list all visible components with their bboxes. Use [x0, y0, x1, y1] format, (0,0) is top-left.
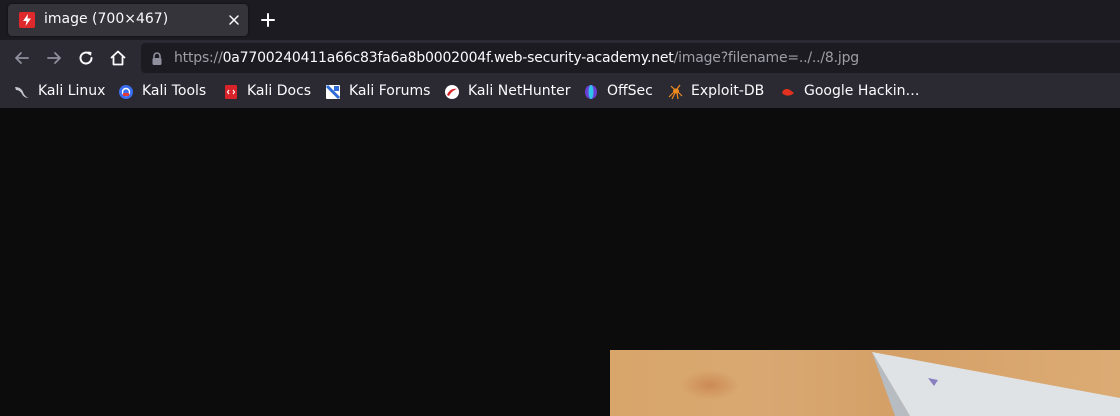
new-tab-plus-icon[interactable]: [260, 12, 276, 28]
bookmark-label: OffSec: [607, 83, 653, 99]
google-hacking-icon: [780, 84, 796, 100]
close-icon[interactable]: [226, 12, 242, 28]
exploit-db-spider-icon: [667, 84, 683, 100]
tab-strip: image (700×467): [0, 0, 1120, 40]
bookmark-label: Kali Tools: [142, 83, 207, 99]
bookmark-label: Kali Linux: [38, 83, 106, 99]
lock-icon[interactable]: [151, 51, 163, 65]
reload-icon[interactable]: [77, 49, 95, 67]
displayed-image[interactable]: [610, 350, 1120, 416]
nethunter-icon: [444, 84, 460, 100]
home-icon[interactable]: [109, 49, 127, 67]
offsec-icon: [583, 84, 599, 100]
bookmark-label: Kali Docs: [247, 83, 312, 99]
bookmark-label: Kali NetHunter: [468, 83, 571, 99]
url-scheme: https://: [174, 50, 223, 66]
page-content: [0, 109, 1120, 416]
kali-docs-icon: [223, 84, 239, 100]
kali-forums-icon: [325, 84, 341, 100]
url-host: 0a7700240411a66c83fa6a8b0002004f.web-sec…: [222, 50, 674, 66]
kali-tools-icon: [118, 84, 134, 100]
lightning-bolt-icon: [19, 12, 35, 28]
tab-title: image (700×467): [44, 11, 169, 27]
address-bar[interactable]: https://0a7700240411a66c83fa6a8b0002004f…: [141, 43, 1120, 73]
kali-dragon-icon: [14, 84, 30, 100]
navigation-toolbar: https://0a7700240411a66c83fa6a8b0002004f…: [0, 40, 1120, 76]
bookmark-label: Kali Forums: [349, 83, 431, 99]
active-tab[interactable]: image (700×467): [8, 4, 248, 36]
browser-window: image (700×467) https://0a7700240411a66c…: [0, 0, 1120, 416]
bookmarks-toolbar: Kali Linux Kali Tools Kali Docs Kali For…: [0, 76, 1120, 109]
paper-plane-shape: [872, 352, 1120, 416]
bookmark-label: Exploit-DB: [691, 83, 765, 99]
url-text[interactable]: https://0a7700240411a66c83fa6a8b0002004f…: [174, 50, 859, 66]
bookmark-label: Google Hackin…: [804, 83, 920, 99]
back-arrow-icon[interactable]: [13, 49, 31, 67]
url-path: /image?filename=../../8.jpg: [673, 50, 860, 66]
forward-arrow-icon[interactable]: [45, 49, 63, 67]
